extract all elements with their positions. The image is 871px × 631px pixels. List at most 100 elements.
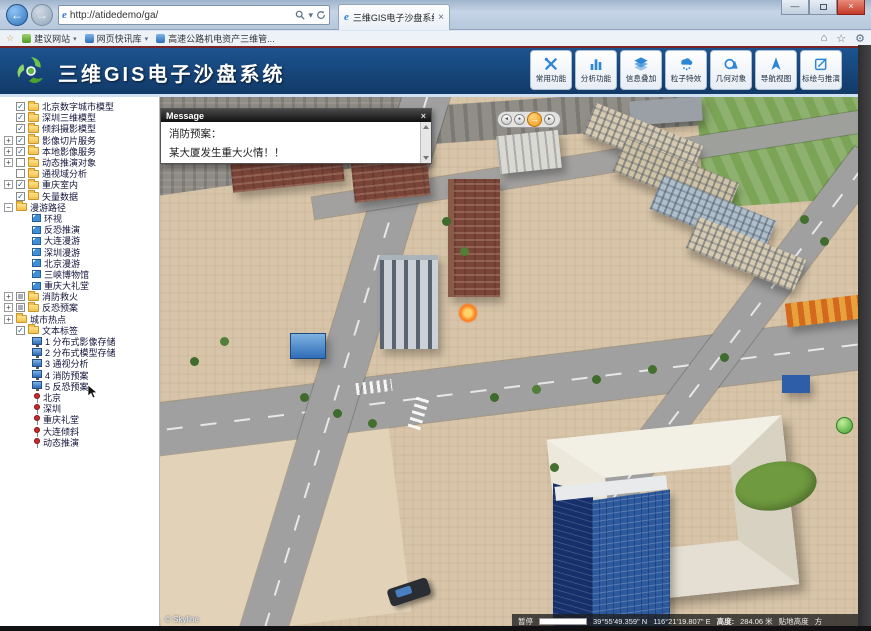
close-icon[interactable]: × xyxy=(421,111,426,121)
view-favorites-icon[interactable]: ☆ xyxy=(836,32,846,45)
common-functions-button[interactable]: 常用功能 xyxy=(530,50,572,90)
playback-control[interactable]: ◄ ● → ► xyxy=(497,111,561,128)
mouse-cursor xyxy=(88,385,98,399)
tree-item[interactable]: 大连倾斜 xyxy=(0,425,159,436)
back-button[interactable]: ← xyxy=(6,4,28,26)
tree-item[interactable]: 深圳 xyxy=(0,403,159,414)
folder-icon xyxy=(28,293,39,301)
tree-expander-spacer xyxy=(20,214,29,223)
message-popup[interactable]: Message × 消防预案： 某大厦发生重大火情！！ xyxy=(160,108,432,164)
tree-checkbox[interactable]: ✓ xyxy=(16,113,25,122)
plot-deduction-button[interactable]: 标绘与推演 xyxy=(800,50,842,90)
maximize-button[interactable] xyxy=(809,0,837,15)
tree-checkbox[interactable] xyxy=(16,303,25,312)
home-icon[interactable]: ⌂ xyxy=(821,32,828,45)
message-line: 某大厦发生重大火情！！ xyxy=(169,144,412,163)
tree-expander-icon[interactable]: − xyxy=(4,203,13,212)
chevron-down-icon: ▾ xyxy=(73,35,77,43)
tree-expander-icon[interactable]: + xyxy=(4,292,13,301)
tree-checkbox[interactable]: ✓ xyxy=(16,147,25,156)
favorite-highway-site[interactable]: 高速公路机电资产三维管... xyxy=(156,32,275,45)
tree-expander-icon[interactable]: + xyxy=(4,147,13,156)
tree-item[interactable]: −漫游路径 xyxy=(0,202,159,213)
path-icon xyxy=(32,237,41,245)
folder-icon xyxy=(28,114,39,122)
scrollbar[interactable] xyxy=(420,122,431,163)
tree-expander-icon[interactable]: + xyxy=(4,303,13,312)
address-bar[interactable]: e ▾ xyxy=(58,5,330,25)
particle-effects-button[interactable]: 粒子特效 xyxy=(665,50,707,90)
tree-checkbox[interactable] xyxy=(16,158,25,167)
glass-building xyxy=(592,490,670,627)
tree-item[interactable]: ✓矢量数据 xyxy=(0,191,159,202)
play-button[interactable]: → xyxy=(527,112,542,127)
tree-checkbox[interactable]: ✓ xyxy=(16,192,25,201)
refresh-icon[interactable] xyxy=(316,10,326,20)
tree-item[interactable]: 动态推演 xyxy=(0,437,159,448)
map-viewport[interactable]: Message × 消防预案： 某大厦发生重大火情！！ ◄ ● → ► 暂停 3… xyxy=(160,97,858,627)
minimize-button[interactable]: — xyxy=(781,0,809,15)
map-marker-button[interactable] xyxy=(836,417,853,434)
tree-expander-spacer xyxy=(20,281,29,290)
tab-close-icon[interactable]: × xyxy=(438,12,444,23)
tree-item[interactable]: 重庆大礼堂 xyxy=(0,280,159,291)
browser-tab[interactable]: e 三维GIS电子沙盘系统 × xyxy=(338,4,450,30)
tree-expander-spacer xyxy=(20,427,29,436)
path-icon xyxy=(32,259,41,267)
info-overlay-button[interactable]: 信息叠加 xyxy=(620,50,662,90)
tree-item[interactable]: +✓重庆室内 xyxy=(0,179,159,190)
tree-expander-icon[interactable]: + xyxy=(4,180,13,189)
tree-checkbox[interactable]: ✓ xyxy=(16,136,25,145)
pause-label[interactable]: 暂停 xyxy=(518,616,533,627)
message-popup-titlebar[interactable]: Message × xyxy=(161,109,431,122)
favorite-suggested-sites[interactable]: 建议网站 ▾ xyxy=(22,32,77,45)
tree-checkbox[interactable]: ✓ xyxy=(16,180,25,189)
monitor-icon xyxy=(32,348,42,356)
message-line: 消防预案： xyxy=(169,125,412,144)
forward-button[interactable]: → xyxy=(31,4,53,26)
tree-checkbox[interactable]: ✓ xyxy=(16,326,25,335)
tree-expander-icon[interactable]: + xyxy=(4,136,13,145)
geometry-objects-button[interactable]: 几何对象 xyxy=(710,50,752,90)
tree-checkbox[interactable] xyxy=(16,292,25,301)
tree-item[interactable]: +反恐预案 xyxy=(0,302,159,313)
tools-gear-icon[interactable]: ⚙ xyxy=(855,32,865,45)
close-button[interactable]: × xyxy=(837,0,865,15)
tree-item[interactable]: 重庆礼堂 xyxy=(0,414,159,425)
tree-expander-icon[interactable]: + xyxy=(4,158,13,167)
ie-page-icon: e xyxy=(62,10,67,21)
tree-checkbox[interactable]: ✓ xyxy=(16,124,25,133)
scroll-up-icon[interactable] xyxy=(423,125,429,129)
tree-expander-spacer xyxy=(20,393,29,402)
tree-item[interactable]: +城市热点 xyxy=(0,314,159,325)
analysis-functions-button[interactable]: 分析功能 xyxy=(575,50,617,90)
url-input[interactable] xyxy=(70,10,293,21)
navigation-view-button[interactable]: 导航视图 xyxy=(755,50,797,90)
tree-expander-spacer xyxy=(20,415,29,424)
tree-item[interactable]: 5 反恐预案 xyxy=(0,381,159,392)
record-button[interactable]: ● xyxy=(514,114,525,125)
address-dropdown-icon[interactable]: ▾ xyxy=(308,10,313,21)
tree-checkbox[interactable]: ✓ xyxy=(16,102,25,111)
tree-expander-spacer xyxy=(20,248,29,257)
pin-icon xyxy=(34,415,40,421)
trees xyxy=(300,393,309,402)
favorites-star-icon[interactable]: ☆ xyxy=(6,33,14,44)
tree-item[interactable]: 北京 xyxy=(0,392,159,403)
previous-button[interactable]: ◄ xyxy=(501,114,512,125)
favorite-webslice-gallery[interactable]: 网页快讯库 ▾ xyxy=(85,32,149,45)
scroll-down-icon[interactable] xyxy=(423,156,429,160)
folder-icon xyxy=(28,192,39,200)
next-button[interactable]: ► xyxy=(544,114,555,125)
search-icon[interactable] xyxy=(295,10,305,20)
map-3d-scene[interactable] xyxy=(160,97,858,627)
tree-checkbox[interactable] xyxy=(16,169,25,178)
pin-icon xyxy=(34,427,40,433)
tree-expander-icon[interactable]: + xyxy=(4,315,13,324)
layer-panel[interactable]: ✓北京数字城市模型✓深圳三维模型✓倾斜摄影模型+✓影像切片服务+✓本地影像服务+… xyxy=(0,97,160,627)
tree-item[interactable]: 通视域分析 xyxy=(0,168,159,179)
monitor-icon xyxy=(32,359,42,367)
tools-icon xyxy=(541,56,561,72)
tree-item[interactable]: +消防救火 xyxy=(0,291,159,302)
height-mode-label[interactable]: 贴地高度 xyxy=(779,616,809,627)
